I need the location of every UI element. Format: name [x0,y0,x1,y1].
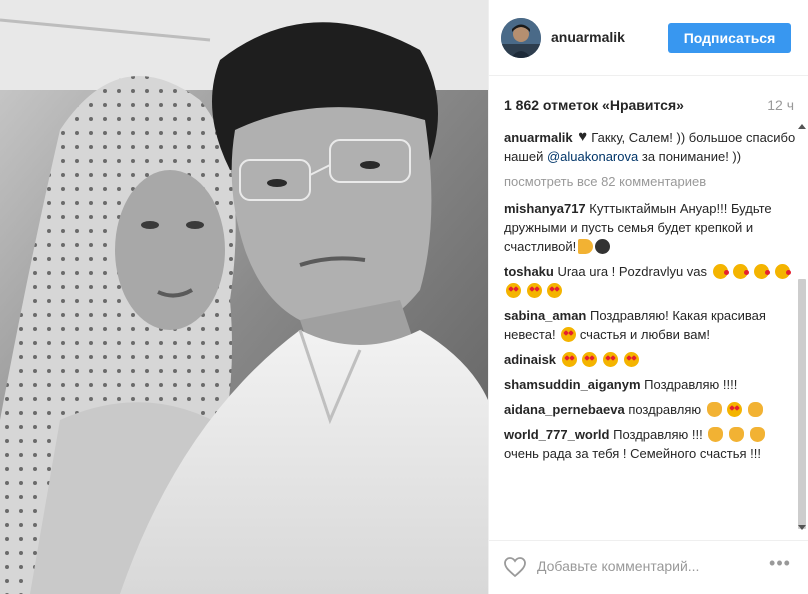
comment-username[interactable]: shamsuddin_aiganym [504,377,641,392]
comment-text: Uraa ura ! Pozdravlyu vas [557,264,708,279]
heart-icon [578,128,591,146]
caption-tail: за понимание! )) [641,149,742,164]
comment-text: поздравляю [628,402,702,417]
party-emoji-icon [595,239,611,254]
list-item: toshaku Uraa ura ! Pozdravlyu vas [504,262,796,300]
comment-text: Поздравляю !!! [613,427,703,442]
heart-eyes-emoji-icon [602,352,618,367]
kiss-emoji-icon [753,264,770,279]
comment-username[interactable]: adinaisk [504,352,556,367]
heart-eyes-emoji-icon [727,402,743,417]
post-side-panel: anuarmalik Подписаться 1 862 отметок «Нр… [488,0,808,594]
likes-count[interactable]: 1 862 отметок «Нравится» [504,97,684,113]
comment-username[interactable]: world_777_world [504,427,609,442]
ok-hand-emoji-icon [748,402,764,417]
instagram-post-view: anuarmalik Подписаться 1 862 отметок «Нр… [0,0,808,594]
post-timestamp[interactable]: 12 ч [767,97,794,113]
heart-eyes-emoji-icon [623,352,639,367]
photo-illustration [0,0,488,594]
view-all-comments-link[interactable]: посмотреть все 82 комментариев [504,172,796,191]
clap-emoji-icon [728,427,744,442]
scroll-down-arrow-icon[interactable] [798,525,806,530]
bouquet-emoji-icon [578,239,594,254]
comment-username[interactable]: mishanya717 [504,201,586,216]
heart-eyes-emoji-icon [526,283,542,298]
clap-emoji-icon [749,427,765,442]
list-item: shamsuddin_aiganym Поздравляю !!!! [504,375,796,394]
list-item: world_777_world Поздравляю !!! очень рад… [504,425,796,463]
comment-username[interactable]: aidana_pernebaeva [504,402,625,417]
comment-text-2: счастья и любви вам! [579,327,711,342]
caption: anuarmalik Гакку, Салем! )) большое спас… [504,128,796,166]
add-comment-input[interactable] [537,553,761,579]
caption-mention[interactable]: @aluakonarova [547,149,638,164]
heart-eyes-emoji-icon [547,283,563,298]
kiss-emoji-icon [733,264,750,279]
heart-eyes-emoji-icon [561,352,577,367]
scrollbar-thumb[interactable] [798,279,806,529]
avatar-image [501,18,541,58]
comment-username[interactable]: sabina_aman [504,308,586,323]
clap-emoji-icon [708,427,724,442]
heart-eyes-emoji-icon [506,283,521,298]
kiss-emoji-icon [712,264,729,279]
post-photo[interactable] [0,0,488,594]
list-item: aidana_pernebaeva поздравляю [504,400,796,419]
follow-button[interactable]: Подписаться [668,23,791,53]
list-item: adinaisk [504,350,796,369]
post-author-username[interactable]: anuarmalik [551,29,625,45]
comments-scrollbar[interactable] [797,122,807,532]
avatar[interactable] [501,18,541,58]
post-header: anuarmalik Подписаться [489,0,808,76]
list-item: mishanya717 Куттыктаймын Ануар!!! Будьте… [504,199,796,256]
more-options-button[interactable]: ••• [765,554,795,576]
heart-eyes-emoji-icon [561,327,577,342]
comments-list: anuarmalik Гакку, Салем! )) большое спас… [504,128,796,526]
heart-eyes-emoji-icon [582,352,598,367]
post-footer: ••• [489,540,808,594]
comment-username[interactable]: toshaku [504,264,554,279]
kiss-emoji-icon [774,264,791,279]
list-item: sabina_aman Поздравляю! Какая красивая н… [504,306,796,344]
heart-outline-icon[interactable] [503,555,527,579]
clap-emoji-icon [706,402,722,417]
comment-text-2: очень рада за тебя ! Семейного счастья !… [504,446,761,461]
likes-row: 1 862 отметок «Нравится» 12 ч [504,97,794,115]
scroll-up-arrow-icon[interactable] [798,124,806,129]
caption-username[interactable]: anuarmalik [504,130,573,145]
comment-text: Поздравляю !!!! [644,377,738,392]
